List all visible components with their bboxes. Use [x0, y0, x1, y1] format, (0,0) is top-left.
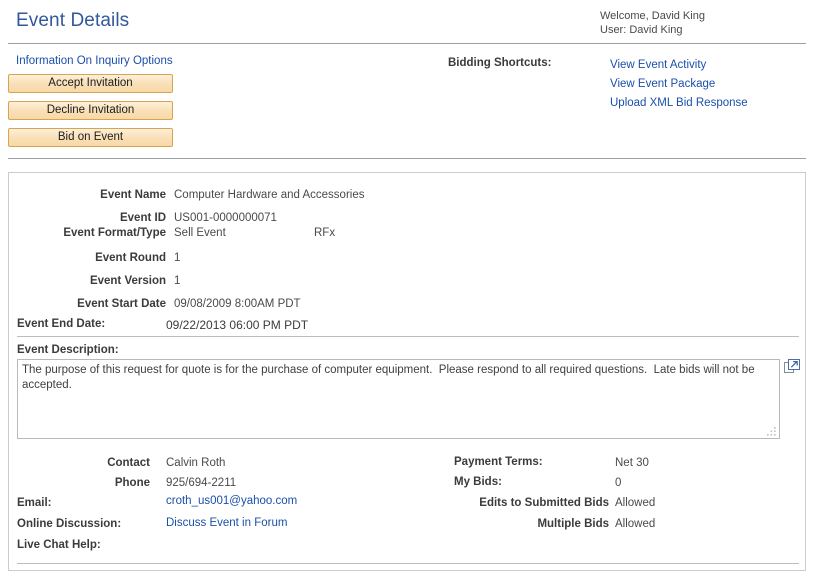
live-chat-help-label: Live Chat Help: — [17, 539, 101, 551]
event-start-date-value: 09/08/2009 8:00AM PDT — [174, 298, 301, 310]
contact-label: Contact — [107, 457, 150, 469]
section-divider — [8, 158, 806, 159]
bidding-shortcuts-label: Bidding Shortcuts: — [448, 57, 552, 69]
event-version-label: Event Version — [89, 275, 166, 287]
event-name-label: Event Name — [100, 189, 166, 201]
contact-value: Calvin Roth — [166, 457, 226, 469]
my-bids-value: 0 — [615, 477, 622, 489]
phone-value: 925/694-2211 — [166, 477, 237, 489]
payment-terms-value: Net 30 — [615, 457, 649, 469]
email-link[interactable]: croth_us001@yahoo.com — [166, 495, 297, 507]
user-text: User: David King — [600, 24, 683, 36]
accept-invitation-button[interactable]: Accept Invitation — [8, 74, 173, 93]
edits-to-submitted-bids-label: Edits to Submitted Bids — [479, 497, 609, 509]
details-divider-lower — [17, 563, 799, 564]
upload-xml-bid-response-link[interactable]: Upload XML Bid Response — [610, 94, 748, 113]
decline-invitation-button[interactable]: Decline Invitation — [8, 101, 173, 120]
multiple-bids-label: Multiple Bids — [537, 518, 609, 530]
information-on-inquiry-options-link[interactable]: Information On Inquiry Options — [16, 55, 173, 67]
page-title: Event Details — [16, 10, 130, 31]
event-description-textarea[interactable] — [17, 359, 780, 439]
event-end-date-value: 09/22/2013 06:00 PM PDT — [166, 318, 309, 332]
expand-popout-icon[interactable] — [784, 359, 800, 374]
view-event-activity-link[interactable]: View Event Activity — [610, 56, 748, 75]
details-divider-upper — [17, 336, 799, 337]
event-start-date-label: Event Start Date — [77, 298, 166, 310]
event-version-value: 1 — [174, 275, 181, 287]
multiple-bids-value: Allowed — [615, 518, 656, 530]
edits-to-submitted-bids-value: Allowed — [615, 497, 656, 509]
welcome-block: Welcome, David King User: David King — [600, 9, 705, 37]
event-type-value: RFx — [314, 227, 336, 239]
my-bids-label: My Bids: — [454, 476, 502, 488]
email-label: Email: — [17, 497, 52, 509]
event-id-label: Event ID — [119, 212, 166, 224]
online-discussion-label: Online Discussion: — [17, 518, 122, 530]
event-id-value: US001-0000000071 — [174, 212, 277, 224]
discuss-event-in-forum-link[interactable]: Discuss Event in Forum — [166, 517, 287, 529]
header-divider — [8, 43, 806, 44]
event-end-date-label: Event End Date: — [17, 318, 106, 330]
event-details-panel: Event Name Computer Hardware and Accesso… — [8, 172, 806, 571]
welcome-text: Welcome, David King — [600, 10, 705, 22]
event-format-type-label: Event Format/Type — [63, 227, 166, 239]
bid-on-event-button[interactable]: Bid on Event — [8, 128, 173, 147]
event-round-label: Event Round — [95, 252, 166, 264]
phone-label: Phone — [114, 477, 150, 489]
bidding-shortcuts-links: View Event Activity View Event Package U… — [610, 56, 748, 113]
event-format-value: Sell Event — [174, 227, 226, 239]
view-event-package-link[interactable]: View Event Package — [610, 75, 748, 94]
event-name-value: Computer Hardware and Accessories — [174, 189, 365, 201]
event-description-label: Event Description: — [17, 344, 119, 356]
payment-terms-label: Payment Terms: — [454, 456, 543, 468]
event-round-value: 1 — [174, 252, 181, 264]
